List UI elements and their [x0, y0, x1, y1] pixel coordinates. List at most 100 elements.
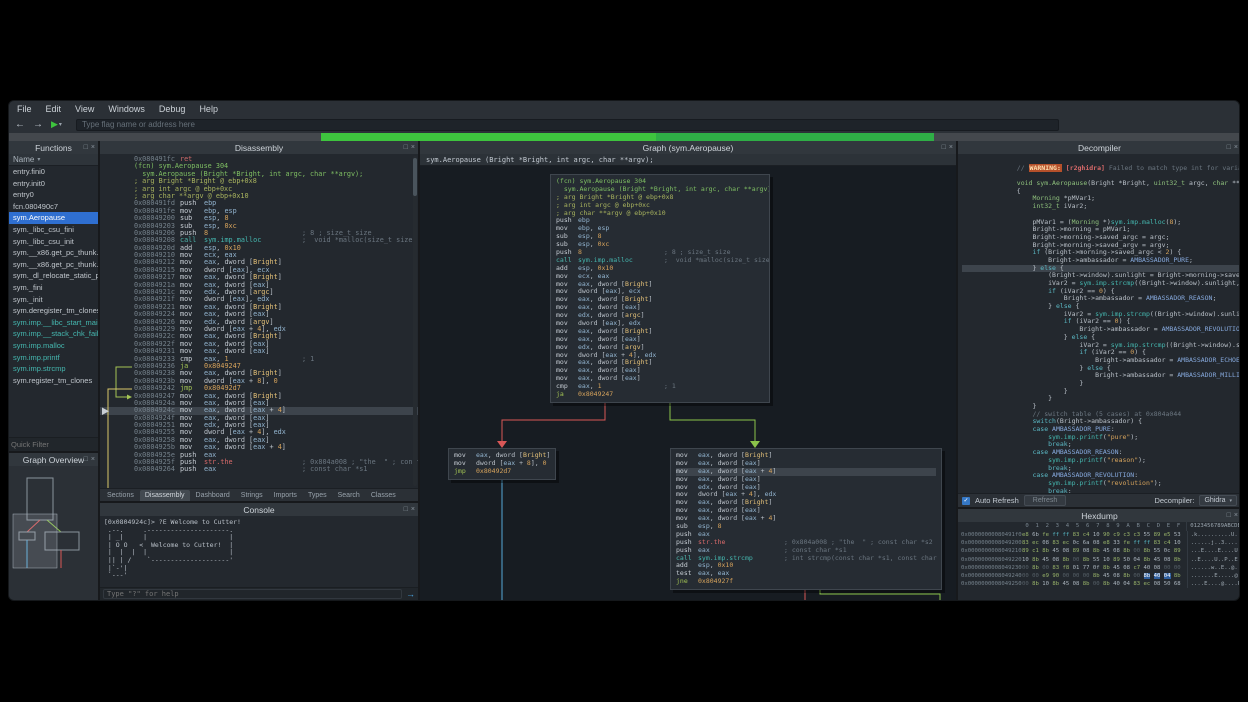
quick-filter-input[interactable]: [11, 440, 98, 449]
float-panel-icon[interactable]: □: [84, 456, 88, 463]
function-list-item[interactable]: sym.register_tm_clones: [9, 375, 98, 387]
seek-search-input[interactable]: [76, 119, 1059, 131]
function-name: sym.__x86.get_pc_thunk.bp: [13, 248, 98, 257]
function-name: sym.__x86.get_pc_thunk.bx: [13, 260, 98, 269]
decompiler-code[interactable]: // WARNING: [r2ghidra] Failed to match t…: [958, 154, 1240, 493]
hexdump-titlebar[interactable]: Hexdump □ ×: [958, 509, 1240, 522]
menu-item[interactable]: Help: [199, 104, 218, 114]
close-panel-icon[interactable]: ×: [1234, 512, 1238, 519]
disassembly-view[interactable]: 0x080491fcret (fcn) sym.Aeropause 304 sy…: [100, 154, 418, 488]
graph-canvas[interactable]: (fcn) sym.Aeropause 304 sym.Aeropause (B…: [420, 166, 956, 600]
float-panel-icon[interactable]: □: [84, 144, 88, 151]
console-send-icon[interactable]: →: [406, 590, 415, 599]
menu-item[interactable]: File: [17, 104, 32, 114]
graph-node-true-branch[interactable]: moveax, dword [Bright] movdword [eax + 8…: [448, 448, 556, 480]
menu-item[interactable]: View: [75, 104, 94, 114]
functions-column-header[interactable]: Name ▾: [9, 154, 98, 166]
float-panel-icon[interactable]: □: [942, 144, 946, 151]
view-tab[interactable]: Strings: [236, 490, 268, 501]
hexdump-row[interactable]: 0x00000000080491f0e8 6b fe ff ff 83 c4 1…: [958, 531, 1240, 539]
float-panel-icon[interactable]: □: [1227, 144, 1231, 151]
refresh-button[interactable]: Refresh: [1024, 495, 1067, 506]
hex-bytes: e8 6b fe ff ff 83 c4 10 90 c9 c3 c3 55 8…: [1022, 531, 1181, 539]
graph-overview-titlebar[interactable]: Graph Overview □ ×: [9, 453, 98, 466]
operands: str.the: [204, 459, 302, 466]
hexdump-rows[interactable]: 0x00000000080491f0e8 6b fe ff ff 83 c4 1…: [958, 531, 1240, 600]
function-list-item[interactable]: sym.imp.__libc_start_main: [9, 317, 98, 329]
disassembly-scrollbar[interactable]: [413, 156, 417, 486]
forward-arrow-icon[interactable]: →: [33, 120, 43, 130]
function-list-item[interactable]: sym.deregister_tm_clones: [9, 305, 98, 317]
hexdump-row[interactable]: 0x000000000804921089 c1 8b 45 08 89 08 8…: [958, 547, 1240, 555]
view-tab[interactable]: Imports: [269, 490, 302, 501]
functions-panel-titlebar[interactable]: Functions □ ×: [9, 141, 98, 154]
address-navigation-bar[interactable]: [9, 133, 1239, 141]
debug-start-icon[interactable]: ▶: [51, 120, 58, 129]
function-list-item[interactable]: sym.imp.strcmp: [9, 363, 98, 375]
menu-item[interactable]: Windows: [108, 104, 145, 114]
close-panel-icon[interactable]: ×: [91, 144, 95, 151]
graph-titlebar[interactable]: Graph (sym.Aeropause) □ ×: [420, 141, 956, 154]
nav-segment[interactable]: [934, 133, 1239, 141]
view-tab[interactable]: Dashboard: [191, 490, 235, 501]
close-panel-icon[interactable]: ×: [91, 456, 95, 463]
disassembly-line[interactable]: 0x08049264pusheax; const char *s1: [100, 466, 418, 473]
function-list-item[interactable]: sym.__x86.get_pc_thunk.bx: [9, 259, 98, 271]
operands: esp, 8: [698, 523, 784, 531]
nav-segment[interactable]: [321, 133, 656, 141]
close-panel-icon[interactable]: ×: [411, 506, 415, 513]
function-list-item[interactable]: sym.imp.__stack_chk_fail: [9, 328, 98, 340]
function-list-item[interactable]: sym.__x86.get_pc_thunk.bp: [9, 247, 98, 259]
console-titlebar[interactable]: Console □ ×: [100, 503, 418, 516]
decompiler-select[interactable]: Ghidra ▾: [1199, 495, 1237, 506]
function-list-item[interactable]: sym.imp.malloc: [9, 340, 98, 352]
close-panel-icon[interactable]: ×: [411, 144, 415, 151]
function-list-item[interactable]: entry.init0: [9, 178, 98, 190]
hexdump-row[interactable]: 0x000000000804923000 8b 00 83 f8 01 77 0…: [958, 564, 1240, 572]
function-name: sym._fini: [13, 283, 43, 292]
function-list-item[interactable]: sym._dl_relocate_static_pie: [9, 270, 98, 282]
function-list-item[interactable]: entry.fini0: [9, 166, 98, 178]
close-panel-icon[interactable]: ×: [1234, 144, 1238, 151]
hexdump-row[interactable]: 0x000000000804924000 00 e9 90 00 00 00 8…: [958, 572, 1240, 580]
function-list-item[interactable]: sym.Aeropause: [9, 212, 98, 224]
hexdump-row[interactable]: 0x000000000804922010 8b 45 08 8b 00 8b 5…: [958, 556, 1240, 564]
function-list-item[interactable]: sym._fini: [9, 282, 98, 294]
graph-overview-minimap[interactable]: [9, 466, 98, 600]
hexdump-row[interactable]: 0x000000000804925000 8b 10 8b 45 08 8b 0…: [958, 580, 1240, 588]
back-arrow-icon[interactable]: ←: [15, 120, 25, 130]
function-list-item[interactable]: fcn.080490c7: [9, 201, 98, 213]
debug-options-caret-icon[interactable]: ▾: [59, 121, 62, 128]
menu-item[interactable]: Debug: [159, 104, 186, 114]
nav-segment[interactable]: [656, 133, 934, 141]
hex-address: 0x0000000008049230: [961, 564, 1022, 572]
middle-column: Disassembly □ ×: [100, 141, 418, 600]
console-input[interactable]: [103, 589, 402, 599]
function-list-item[interactable]: entry0: [9, 189, 98, 201]
nav-segment[interactable]: [9, 133, 321, 141]
minimap-viewport[interactable]: [13, 514, 57, 568]
menu-item[interactable]: Edit: [46, 104, 62, 114]
operands: 0x804927f: [698, 578, 784, 586]
view-tab[interactable]: Sections: [102, 490, 139, 501]
function-list-item[interactable]: sym.imp.printf: [9, 352, 98, 364]
auto-refresh-checkbox[interactable]: ✓: [962, 497, 970, 505]
view-tab[interactable]: Types: [303, 490, 332, 501]
float-panel-icon[interactable]: □: [404, 144, 408, 151]
graph-node-entry[interactable]: (fcn) sym.Aeropause 304 sym.Aeropause (B…: [550, 174, 770, 403]
decompiler-line[interactable]: // WARNING: [r2ghidra] Failed to match t…: [962, 157, 1240, 165]
view-tab[interactable]: Classes: [366, 490, 401, 501]
close-panel-icon[interactable]: ×: [949, 144, 953, 151]
function-list-item[interactable]: sym._init: [9, 294, 98, 306]
float-panel-icon[interactable]: □: [1227, 512, 1231, 519]
view-tab[interactable]: Search: [333, 490, 365, 501]
console-line: |`-'|: [104, 565, 414, 573]
view-tab[interactable]: Disassembly: [140, 490, 190, 501]
function-list-item[interactable]: sym._libc_csu_fini: [9, 224, 98, 236]
float-panel-icon[interactable]: □: [404, 506, 408, 513]
function-list-item[interactable]: sym._libc_csu_init: [9, 236, 98, 248]
hexdump-row[interactable]: 0x000000000804920083 ec 08 83 ec 0c 6a 0…: [958, 539, 1240, 547]
graph-node-false-branch[interactable]: moveax, dword [Bright] moveax, dword [ea…: [670, 448, 942, 590]
disassembly-titlebar[interactable]: Disassembly □ ×: [100, 141, 418, 154]
decompiler-titlebar[interactable]: Decompiler □ ×: [958, 141, 1240, 154]
